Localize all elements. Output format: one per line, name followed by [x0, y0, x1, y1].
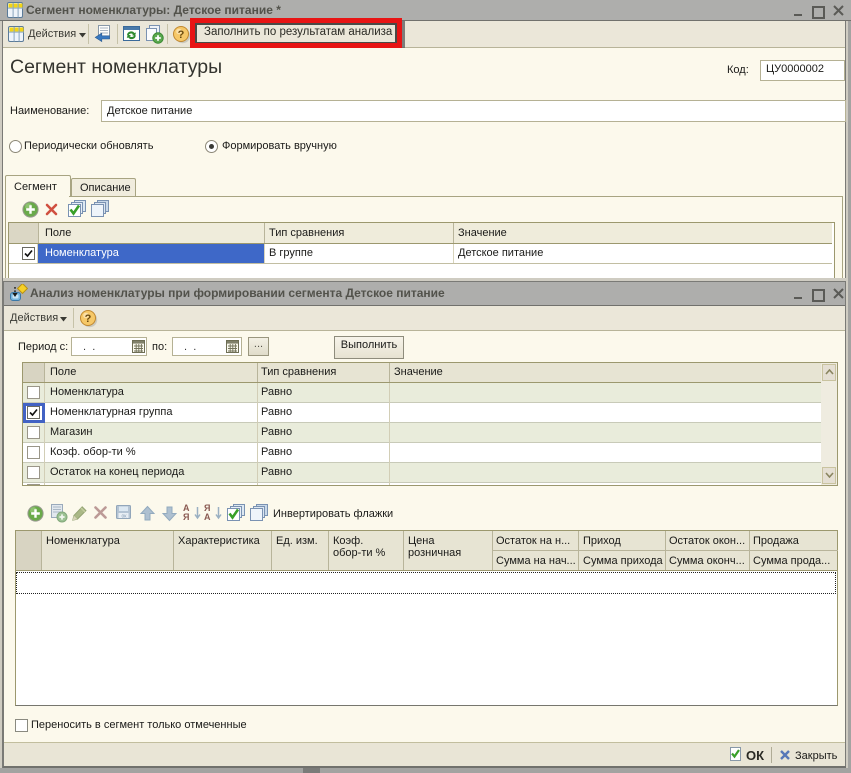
svg-text:ок: ок	[122, 514, 128, 520]
svg-text:?: ?	[178, 29, 185, 41]
svg-text:?: ?	[85, 313, 92, 325]
